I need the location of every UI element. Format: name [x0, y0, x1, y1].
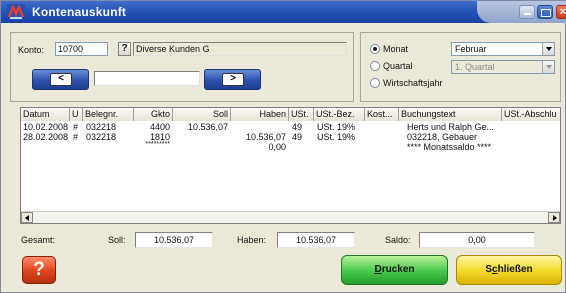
window-title: Kontenauskunft	[32, 5, 127, 19]
col-ust[interactable]: USt.	[289, 108, 314, 121]
next-account-button[interactable]: >	[204, 69, 261, 90]
previous-account-button[interactable]: <	[32, 69, 89, 90]
chevron-down-icon	[542, 61, 554, 73]
close-label-rest: hließen	[497, 264, 533, 275]
konten-window: Kontenauskunft × Konto: 10700 ? Diverse …	[0, 0, 566, 293]
app-logo-icon	[7, 4, 25, 20]
print-label-rest: rucken	[381, 264, 415, 275]
col-datum[interactable]: Datum	[21, 108, 70, 121]
help-button[interactable]: ?	[22, 256, 56, 284]
haben-total-value: 10.536,07	[277, 232, 355, 248]
cell-beleg: 032218	[86, 122, 117, 132]
next-arrow-icon: >	[222, 73, 244, 86]
radio-monat[interactable]	[370, 44, 380, 54]
cell-text: 032218, Gebauer	[407, 132, 478, 142]
cell-ust: 49	[292, 122, 303, 132]
cell-haben: 0,00	[268, 142, 286, 152]
col-soll[interactable]: Soll	[173, 108, 231, 121]
col-ust-abschluss[interactable]: USt.-Abschlu	[502, 108, 560, 121]
cell-u: #	[73, 122, 79, 132]
previous-label: <	[58, 73, 64, 84]
cell-haben: 10.536,07	[245, 132, 286, 142]
cell-soll: 10.536,07	[187, 122, 228, 132]
cell-gkto: *********	[145, 141, 170, 148]
soll-total-value: 10.536,07	[135, 232, 213, 248]
print-button[interactable]: Drucken	[341, 255, 448, 285]
cell-ust-bez: USt. 19%	[317, 122, 356, 132]
horizontal-scrollbar[interactable]	[21, 211, 560, 223]
haben-total-label: Haben:	[237, 235, 267, 245]
soll-total-label: Soll:	[108, 235, 126, 245]
konto-label: Konto:	[18, 45, 45, 55]
cell-text: **** Monatssaldo ****	[407, 142, 492, 152]
gesamt-label: Gesamt:	[21, 235, 56, 245]
scroll-left-icon[interactable]	[21, 212, 33, 223]
close-icon[interactable]: ×	[556, 5, 566, 19]
minimize-icon[interactable]	[519, 5, 535, 19]
table-header: Datum U Belegnr. Gkto Soll Haben USt. US…	[21, 108, 560, 121]
cell-u: #	[73, 132, 79, 142]
maximize-icon[interactable]	[537, 5, 553, 19]
radio-monat-label: Monat	[383, 44, 409, 54]
title-bar[interactable]: Kontenauskunft ×	[1, 1, 566, 23]
col-gkto[interactable]: Gkto	[134, 108, 173, 121]
col-haben[interactable]: Haben	[231, 108, 289, 121]
previous-arrow-icon: <	[50, 73, 72, 86]
cell-ust-bez: USt. 19%	[317, 132, 356, 142]
cell-datum: 28.02.2008	[23, 132, 69, 142]
col-buchungstext[interactable]: Buchungstext	[399, 108, 502, 121]
cell-text: Herts und Ralph Ge...	[407, 122, 495, 132]
saldo-value: 0,00	[419, 232, 535, 248]
quarter-select: 1. Quartal	[451, 60, 555, 74]
title-bar-controls: ×	[477, 1, 566, 23]
cell-gkto: 4400	[149, 122, 170, 132]
quarter-select-value: 1. Quartal	[455, 62, 495, 72]
close-button[interactable]: Schließen	[456, 255, 562, 285]
saldo-label: Saldo:	[385, 235, 411, 245]
cell-beleg: 032218	[86, 132, 117, 142]
chevron-down-icon[interactable]	[542, 43, 554, 55]
radio-wirtschaftsjahr[interactable]	[370, 78, 380, 88]
month-select-value: Februar	[455, 44, 487, 54]
konto-help-button[interactable]: ?	[118, 42, 131, 56]
radio-wirtschaftsjahr-label: Wirtschaftsjahr	[383, 78, 443, 88]
konto-name-field: Diverse Kunden G	[133, 42, 347, 56]
next-label: >	[230, 73, 236, 84]
month-select[interactable]: Februar	[451, 42, 555, 56]
col-kost[interactable]: Kost...	[365, 108, 399, 121]
print-accel: D	[374, 264, 382, 275]
account-progress-bar	[94, 71, 200, 86]
col-ust-bez[interactable]: USt.-Bez.	[314, 108, 365, 121]
bookings-table[interactable]: Datum U Belegnr. Gkto Soll Haben USt. US…	[20, 107, 561, 224]
col-belegnr[interactable]: Belegnr.	[83, 108, 134, 121]
account-panel: Konto: 10700 ? Diverse Kunden G < >	[10, 32, 354, 102]
scroll-right-icon[interactable]	[548, 212, 560, 223]
period-panel: Monat Quartal Wirtschaftsjahr Februar 1.…	[360, 32, 561, 102]
cell-datum: 10.02.2008	[23, 122, 69, 132]
radio-quartal[interactable]	[370, 61, 380, 71]
radio-quartal-label: Quartal	[383, 61, 413, 71]
konto-number-input[interactable]: 10700	[55, 42, 108, 56]
col-u[interactable]: U	[70, 108, 83, 121]
cell-ust: 49	[292, 132, 303, 142]
